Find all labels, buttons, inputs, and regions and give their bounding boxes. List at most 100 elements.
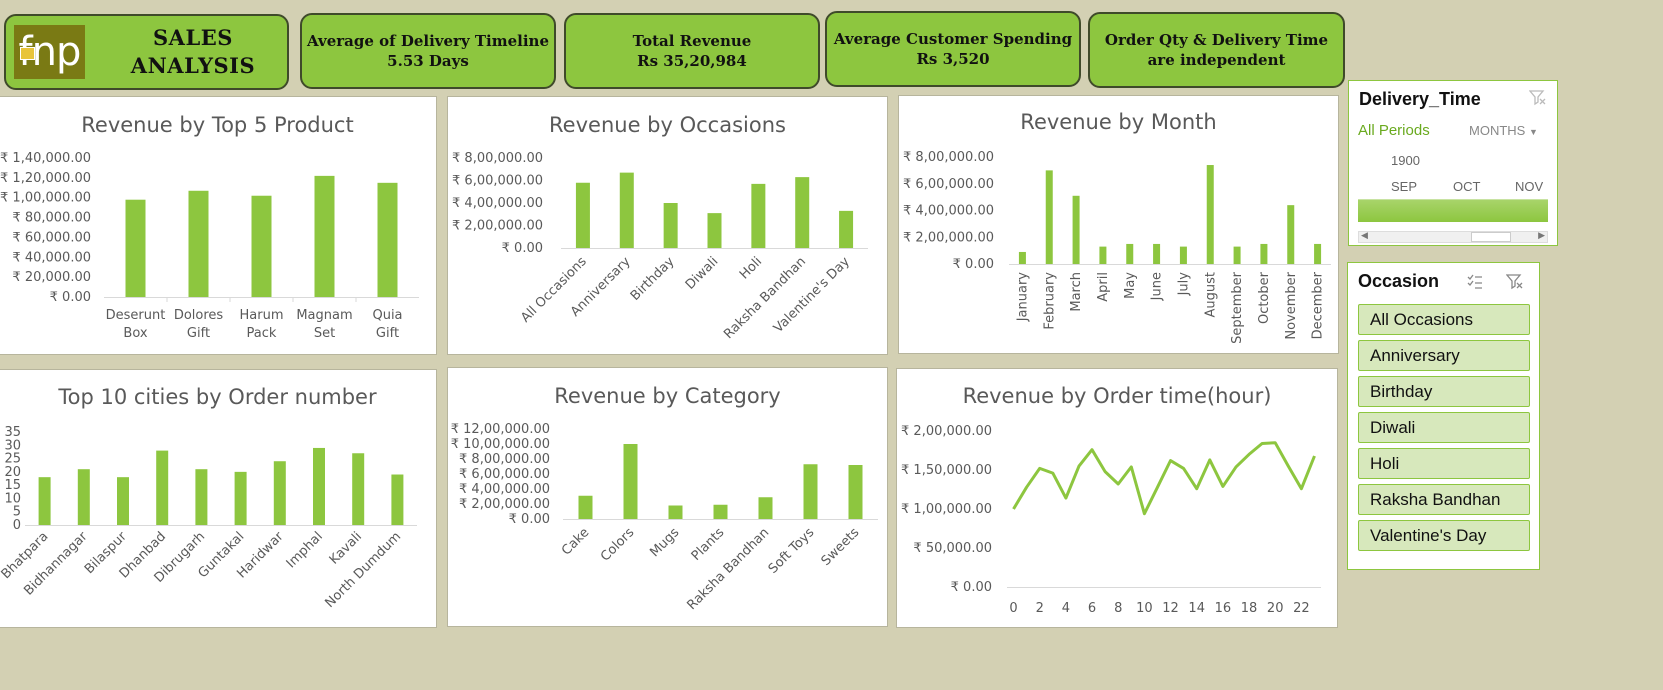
- y-tick-label: 30: [4, 438, 21, 453]
- x-tick-label: Dolores Gift: [174, 308, 224, 341]
- x-tick-label: October: [1257, 271, 1272, 324]
- scroll-thumb[interactable]: [1471, 232, 1511, 242]
- y-tick-label: ₹ 4,00,000.00: [459, 482, 550, 497]
- bar: [125, 199, 146, 297]
- occasion-item-raksha-bandhan[interactable]: Raksha Bandhan: [1358, 484, 1530, 515]
- occasion-item-birthday[interactable]: Birthday: [1358, 376, 1530, 407]
- kpi-label: Average of Delivery Timeline: [306, 31, 549, 50]
- y-tick-label: ₹ 8,00,000.00: [903, 150, 994, 165]
- y-tick-label: ₹ 0.00: [50, 290, 91, 305]
- bar: [377, 182, 398, 297]
- gift-icon: [20, 47, 35, 60]
- all-periods-link[interactable]: All Periods: [1358, 122, 1430, 139]
- bar: [188, 190, 209, 297]
- bar: [575, 182, 590, 248]
- kpi-card-spending: Average Customer Spending Rs 3,520: [825, 11, 1081, 87]
- x-tick-label: 2: [1036, 601, 1044, 616]
- occasion-item-anniversary[interactable]: Anniversary: [1358, 340, 1530, 371]
- y-tick-label: ₹ 1,00,000.00: [0, 191, 91, 206]
- bar: [663, 203, 678, 248]
- x-tick-label: June: [1150, 272, 1165, 301]
- bar: [1260, 243, 1268, 264]
- y-tick-label: ₹ 2,00,000.00: [901, 424, 992, 439]
- series-line: [1012, 441, 1316, 516]
- bar: [1233, 246, 1241, 264]
- timeline-slicer[interactable]: Delivery_Time All Periods MONTHS ▼ 1900 …: [1348, 80, 1558, 246]
- clear-filter-icon[interactable]: [1529, 89, 1547, 107]
- occasion-item-all-occasions[interactable]: All Occasions: [1358, 304, 1530, 335]
- y-tick-label: ₹ 4,00,000.00: [903, 204, 994, 219]
- bar: [1018, 251, 1026, 264]
- occasion-item-valentines-day[interactable]: Valentine's Day: [1358, 520, 1530, 551]
- bar: [273, 461, 286, 525]
- y-tick-label: ₹ 1,40,000.00: [0, 151, 91, 166]
- x-tick-label: 8: [1114, 601, 1122, 616]
- clear-filter-icon[interactable]: [1506, 273, 1524, 291]
- y-tick-label: 5: [13, 505, 21, 520]
- x-tick-label: 16: [1215, 601, 1232, 616]
- y-tick-label: ₹ 40,000.00: [12, 250, 91, 265]
- chart-svg: ₹ 0.00 ₹ 2,00,000.00 ₹ 4,00,000.00 ₹ 6,00,0…: [903, 150, 1331, 344]
- scroll-right-icon[interactable]: ▶: [1538, 231, 1545, 241]
- kpi-value: are independent: [1147, 51, 1286, 69]
- x-tick-label: 0: [1009, 601, 1017, 616]
- bar: [839, 210, 854, 248]
- kpi-label: Average Customer Spending: [833, 29, 1073, 48]
- x-tick-label: December: [1311, 271, 1326, 339]
- x-tick-label: 10: [1136, 601, 1153, 616]
- x-tick-label: Birthday: [628, 254, 678, 304]
- bar: [1179, 246, 1187, 264]
- occasion-slicer[interactable]: Occasion All Occasions Anniversary Birth…: [1347, 262, 1540, 570]
- bar: [251, 195, 272, 297]
- y-tick-label: 15: [4, 478, 21, 493]
- bar: [751, 183, 766, 248]
- brand-logo: fnp: [14, 25, 85, 79]
- chart-panel-cities[interactable]: Top 10 cities by Order number 0 5 10 15 20 25…: [0, 369, 437, 628]
- chart-panel-month[interactable]: Revenue by Month ₹ 0.00 ₹ 2,00,000.00 ₹ 4,…: [898, 95, 1339, 354]
- y-tick-label: ₹ 0.00: [502, 241, 543, 256]
- bar: [391, 474, 404, 525]
- chart-panel-hour[interactable]: Revenue by Order time(hour) ₹ 0.00 ₹ 50,0…: [896, 368, 1338, 628]
- x-tick-label: Harum Pack: [240, 308, 284, 341]
- x-tick-label: 12: [1162, 601, 1179, 616]
- kpi-card-revenue: Total Revenue Rs 35,20,984: [564, 13, 820, 89]
- bar: [234, 471, 247, 525]
- bar: [1206, 165, 1214, 264]
- x-tick-label: Quia Gift: [372, 308, 402, 341]
- time-level-label: MONTHS: [1469, 123, 1526, 138]
- chart-panel-category[interactable]: Revenue by Category ₹ 0.00 ₹ 2,00,000.00 ₹…: [447, 367, 888, 627]
- y-tick-label: ₹ 6,00,000.00: [452, 174, 543, 189]
- x-tick-label: Holi: [737, 254, 765, 282]
- chart-panel-top5-products[interactable]: Revenue by Top 5 Product ₹ 0.00 ₹ 20,000.…: [0, 96, 437, 355]
- y-tick-label: ₹ 12,00,000.00: [451, 422, 550, 437]
- time-level-dropdown[interactable]: MONTHS ▼: [1469, 123, 1538, 138]
- x-tick-label: April: [1096, 272, 1111, 302]
- timeline-month-label: OCT: [1453, 179, 1481, 194]
- kpi-value: 5.53 Days: [387, 52, 469, 70]
- bar: [117, 477, 129, 525]
- x-tick-label: 6: [1088, 601, 1096, 616]
- bar: [313, 447, 325, 525]
- chart-panel-occasions[interactable]: Revenue by Occasions ₹ 0.00 ₹ 2,00,000.00…: [447, 96, 888, 355]
- y-tick-label: ₹ 4,00,000.00: [452, 196, 543, 211]
- y-tick-label: ₹ 6,00,000.00: [459, 467, 550, 482]
- y-tick-label: ₹ 0.00: [951, 580, 992, 595]
- x-tick-label: 20: [1267, 601, 1284, 616]
- chart-svg: ₹ 0.00 ₹ 20,000.00 ₹ 40,000.00 ₹ 60,000.00 ₹…: [0, 151, 419, 341]
- scroll-left-icon[interactable]: ◀: [1361, 231, 1368, 241]
- bar: [38, 477, 51, 525]
- kpi-label: Order Qty & Delivery Time: [1104, 30, 1329, 49]
- y-tick-label: ₹ 0.00: [953, 257, 994, 272]
- x-tick-label: Colors: [598, 525, 638, 565]
- multi-select-icon[interactable]: [1466, 273, 1484, 291]
- occasion-item-holi[interactable]: Holi: [1358, 448, 1530, 479]
- bar: [1072, 195, 1080, 264]
- bar: [1287, 205, 1295, 264]
- x-tick-label: Imphal: [284, 529, 326, 571]
- y-tick-label: ₹ 10,00,000.00: [451, 437, 550, 452]
- occasion-item-diwali[interactable]: Diwali: [1358, 412, 1530, 443]
- timeline-scrollbar[interactable]: ◀ ▶: [1358, 231, 1548, 243]
- x-tick-label: January: [1015, 272, 1030, 323]
- timeline-bar[interactable]: [1358, 199, 1548, 222]
- dashboard-title: SALES ANALYSIS: [130, 24, 256, 78]
